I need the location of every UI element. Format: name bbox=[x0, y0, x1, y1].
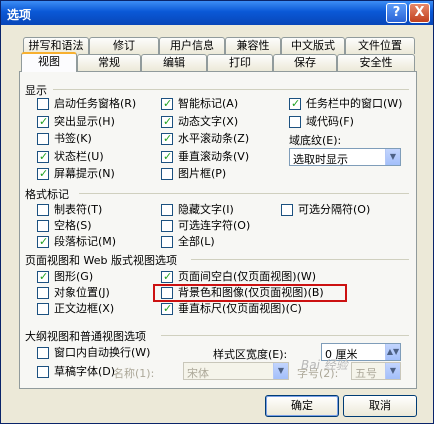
checkbox-label: 屏幕提示(N) bbox=[54, 167, 115, 180]
field-shading-value: 选取时显示 bbox=[293, 153, 348, 166]
checkbox-box[interactable] bbox=[161, 97, 173, 110]
tab-edit[interactable]: 编辑 bbox=[141, 54, 207, 71]
checkbox-label: 草稿字体(D) bbox=[54, 365, 116, 378]
checkbox-box[interactable] bbox=[37, 133, 49, 145]
checkbox-label: 可选分隔符(O) bbox=[298, 203, 371, 216]
checkbox-box[interactable] bbox=[37, 347, 49, 359]
checkbox-box[interactable] bbox=[37, 270, 49, 283]
red-highlight-box bbox=[153, 284, 347, 302]
checkbox-label: 可选连字符(O) bbox=[178, 219, 251, 232]
checkbox-box[interactable] bbox=[161, 150, 173, 163]
tab-security[interactable]: 安全性 bbox=[337, 54, 415, 71]
checkbox-label: 制表符(T) bbox=[54, 203, 103, 216]
checkbox-label: 垂直滚动条(V) bbox=[178, 150, 250, 163]
draft-font-name-label: 名称(1): bbox=[113, 367, 155, 380]
checkbox-box[interactable] bbox=[37, 235, 49, 248]
close-button[interactable]: X bbox=[409, 3, 430, 23]
checkbox-label: 启动任务窗格(R) bbox=[54, 97, 137, 110]
cancel-button[interactable]: 取消 bbox=[343, 395, 417, 417]
checkbox-label: 页面间空白(仅页面视图)(W) bbox=[178, 270, 317, 283]
checkbox-label: 空格(S) bbox=[54, 219, 92, 232]
field-shading-label: 域底纹(E): bbox=[289, 134, 342, 147]
checkbox-label: 图片框(P) bbox=[178, 167, 227, 180]
divider bbox=[79, 193, 409, 194]
field-shading-select[interactable]: 选取时显示 ▼ bbox=[289, 148, 401, 166]
checkbox-box[interactable] bbox=[161, 115, 173, 128]
checkbox-box[interactable] bbox=[161, 236, 173, 248]
checkbox-box[interactable] bbox=[161, 168, 173, 180]
dropdown-arrow-icon[interactable]: ▼ bbox=[273, 363, 288, 379]
tab-general[interactable]: 常规 bbox=[77, 54, 141, 71]
section-title-print-web-layout: 页面视图和 Web 版式视图选项 bbox=[25, 254, 177, 267]
checkbox-label: 图形(G) bbox=[54, 270, 94, 283]
checkbox-box[interactable] bbox=[281, 204, 293, 216]
tab-user-info[interactable]: 用户信息 bbox=[159, 37, 225, 54]
checkbox-box[interactable] bbox=[37, 220, 49, 232]
section-title-formatting-marks: 格式标记 bbox=[25, 188, 69, 201]
checkbox-label: 对象位置(J) bbox=[54, 286, 110, 299]
checkbox-label: 智能标记(A) bbox=[178, 97, 239, 110]
title-bar: 选项 ? X bbox=[1, 1, 433, 25]
tab-file-locations[interactable]: 文件位置 bbox=[345, 37, 415, 54]
checkbox-label: 隐藏文字(I) bbox=[178, 203, 234, 216]
checkbox-label: 水平滚动条(Z) bbox=[178, 132, 250, 145]
checkbox-label: 域代码(F) bbox=[306, 115, 354, 128]
checkbox-box[interactable] bbox=[37, 366, 49, 378]
divider bbox=[191, 259, 409, 260]
section-title-outline-normal: 大纲视图和普通视图选项 bbox=[25, 330, 146, 343]
style-area-width-label: 样式区宽度(E): bbox=[213, 348, 288, 361]
checkbox-box[interactable] bbox=[37, 303, 49, 315]
tab-track-changes[interactable]: 修订 bbox=[89, 37, 159, 54]
checkbox-box[interactable] bbox=[289, 116, 301, 128]
checkbox-box[interactable] bbox=[161, 270, 173, 283]
checkbox-label: 突出显示(H) bbox=[54, 115, 115, 128]
draft-font-name-value: 宋体 bbox=[187, 367, 209, 380]
tab-view[interactable]: 视图 bbox=[21, 52, 77, 72]
options-dialog: 选项 ? X 拼写和语法 修订 用户信息 兼容性 中文版式 文件位置 视图 常规… bbox=[0, 0, 434, 424]
checkbox-box[interactable] bbox=[161, 302, 173, 315]
checkbox-label: 段落标记(M) bbox=[54, 235, 117, 248]
checkbox-box[interactable] bbox=[37, 115, 49, 128]
checkbox-box[interactable] bbox=[37, 167, 49, 180]
draft-font-name-select[interactable]: 宋体 ▼ bbox=[183, 362, 289, 380]
watermark: Bai 经验 bbox=[301, 358, 348, 372]
checkbox-label: 书签(K) bbox=[54, 132, 92, 145]
tab-print[interactable]: 打印 bbox=[207, 54, 273, 71]
divider bbox=[161, 335, 409, 336]
tab-asian-typography[interactable]: 中文版式 bbox=[281, 37, 345, 54]
draft-font-size-value: 五号 bbox=[355, 367, 377, 380]
help-button[interactable]: ? bbox=[386, 3, 407, 23]
divider bbox=[53, 89, 409, 90]
checkbox-label: 全部(L) bbox=[178, 235, 215, 248]
checkbox-box[interactable] bbox=[37, 204, 49, 216]
checkbox-label: 状态栏(U) bbox=[54, 150, 104, 163]
checkbox-box[interactable] bbox=[161, 204, 173, 216]
tab-save[interactable]: 保存 bbox=[273, 54, 337, 71]
checkbox-box[interactable] bbox=[161, 220, 173, 232]
checkbox-label: 动态文字(X) bbox=[178, 115, 239, 128]
window-title: 选项 bbox=[7, 8, 32, 22]
draft-font-size-select[interactable]: 五号 ▼ bbox=[351, 362, 401, 380]
checkbox-label: 任务栏中的窗口(W) bbox=[306, 97, 403, 110]
checkbox-box[interactable] bbox=[161, 132, 173, 145]
checkbox-box[interactable] bbox=[37, 150, 49, 163]
tab-compatibility[interactable]: 兼容性 bbox=[225, 37, 281, 54]
section-title-show: 显示 bbox=[25, 84, 47, 97]
checkbox-label: 垂直标尺(仅页面视图)(C) bbox=[178, 302, 302, 315]
checkbox-label: 窗口内自动换行(W) bbox=[54, 346, 151, 359]
ok-button[interactable]: 确定 bbox=[265, 395, 339, 417]
dropdown-arrow-icon[interactable]: ▼ bbox=[385, 363, 400, 379]
checkbox-box[interactable] bbox=[37, 287, 49, 299]
dropdown-arrow-icon[interactable]: ▼ bbox=[385, 149, 400, 165]
spinner-arrows-icon[interactable]: ▲▼ bbox=[385, 344, 400, 360]
checkbox-box[interactable] bbox=[289, 97, 301, 110]
checkbox-label: 正文边框(X) bbox=[54, 302, 115, 315]
checkbox-box[interactable] bbox=[37, 98, 49, 110]
